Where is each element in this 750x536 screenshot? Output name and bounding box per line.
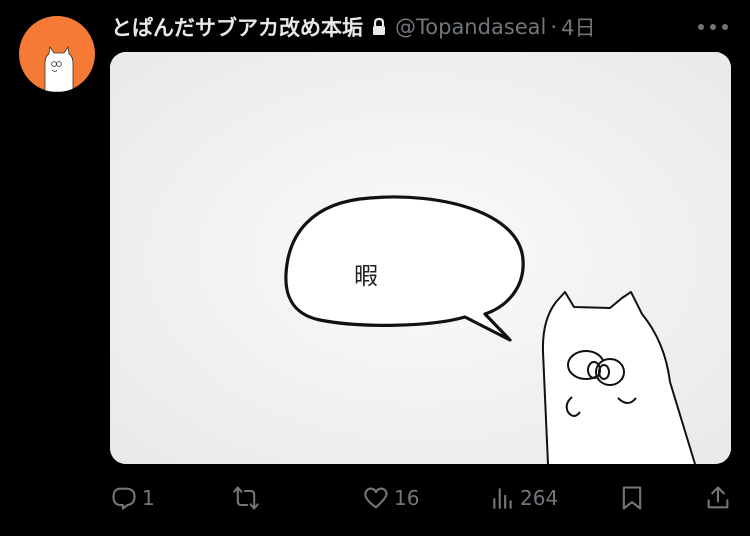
more-icon[interactable]	[698, 14, 728, 40]
views-button[interactable]: 264	[490, 480, 558, 516]
analytics-icon	[493, 488, 512, 509]
user-handle[interactable]: @Topandaseal	[395, 15, 546, 39]
timestamp[interactable]: 4日	[561, 12, 595, 42]
tweet-actions: 1 16 264	[110, 480, 735, 516]
retweet-button[interactable]	[232, 480, 264, 516]
separator-dot: ·	[550, 15, 558, 39]
like-count: 16	[394, 486, 420, 510]
cat-avatar-icon	[44, 45, 74, 92]
heart-icon	[364, 487, 388, 509]
speech-bubble	[284, 195, 525, 342]
tweet-media-image[interactable]: 暇	[110, 52, 731, 464]
lock-icon	[371, 17, 387, 37]
share-icon	[707, 486, 729, 509]
bookmark-icon	[622, 486, 642, 510]
display-name[interactable]: とぱんだサブアカ改め本垢	[111, 12, 363, 42]
reply-button[interactable]: 1	[110, 480, 155, 516]
bookmark-button[interactable]	[618, 480, 646, 516]
tweet-header: とぱんだサブアカ改め本垢 @Topandaseal · 4日	[111, 10, 728, 44]
share-button[interactable]	[704, 480, 732, 516]
reply-count: 1	[142, 486, 155, 510]
views-count: 264	[520, 486, 559, 510]
reply-icon	[112, 487, 136, 510]
tweet: とぱんだサブアカ改め本垢 @Topandaseal · 4日 暇 1 16 26…	[0, 0, 750, 536]
speech-bubble-text: 暇	[354, 262, 378, 290]
avatar[interactable]	[19, 16, 95, 92]
retweet-icon	[233, 486, 259, 510]
illustration-image	[110, 52, 731, 464]
like-button[interactable]: 16	[362, 480, 419, 516]
